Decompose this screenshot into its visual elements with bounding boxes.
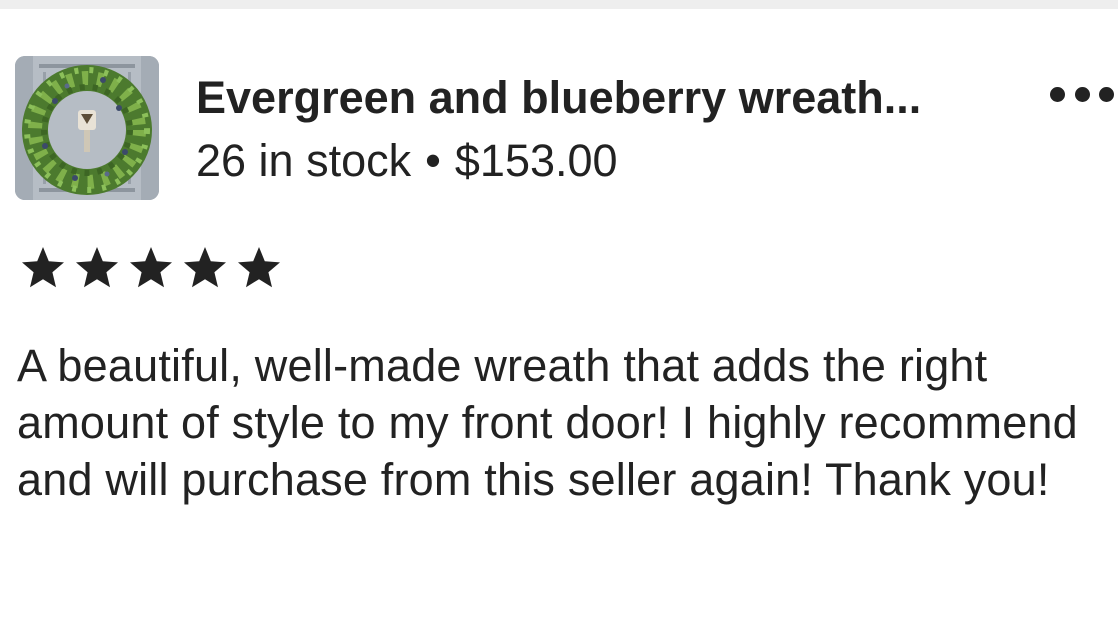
review-text: A beautiful, well-made wreath that adds … xyxy=(17,340,1078,505)
more-options-button[interactable] xyxy=(1050,83,1114,105)
stock-count: 26 in stock xyxy=(196,135,412,186)
review-card: Evergreen and blueberry wreath... 26 in … xyxy=(0,9,1118,629)
star-rating xyxy=(18,244,284,292)
star-icon xyxy=(130,247,172,288)
wreath-photo-icon xyxy=(15,56,159,200)
star-icon xyxy=(76,247,118,288)
star-icon xyxy=(184,247,226,288)
meta-separator: • xyxy=(425,135,441,186)
more-horizontal-icon-dot xyxy=(1074,86,1090,102)
more-horizontal-icon-dot xyxy=(1099,86,1114,102)
listing-thumbnail[interactable] xyxy=(15,56,159,200)
listing-meta: 26 in stock • $153.00 xyxy=(196,134,618,188)
more-horizontal-icon xyxy=(1050,86,1065,102)
top-divider-strip xyxy=(0,0,1118,9)
listing-price: $153.00 xyxy=(454,135,618,186)
listing-title[interactable]: Evergreen and blueberry wreath... xyxy=(196,71,1006,125)
star-icon xyxy=(22,247,64,288)
star-icon xyxy=(238,247,280,288)
